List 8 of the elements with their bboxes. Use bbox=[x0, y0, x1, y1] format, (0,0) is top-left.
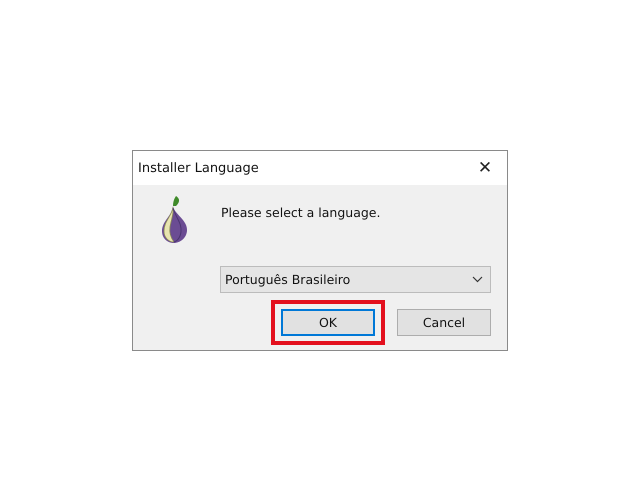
cancel-button[interactable]: Cancel bbox=[397, 309, 491, 336]
language-dropdown[interactable]: Português Brasileiro bbox=[220, 266, 491, 293]
close-button[interactable]: ✕ bbox=[463, 151, 507, 185]
chevron-down-icon bbox=[472, 276, 483, 283]
ok-button[interactable]: OK bbox=[281, 309, 375, 336]
onion-icon bbox=[160, 194, 190, 244]
window-title: Installer Language bbox=[138, 160, 259, 176]
prompt-text: Please select a language. bbox=[221, 205, 380, 220]
